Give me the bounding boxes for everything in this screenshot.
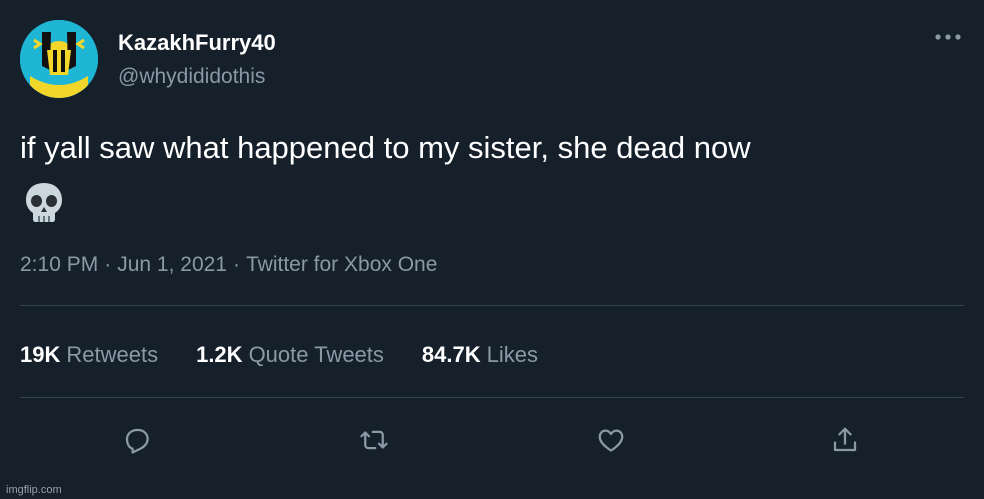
- quote-tweets-label: Quote Tweets: [248, 342, 384, 367]
- tweet-time[interactable]: 2:10 PM: [20, 253, 98, 276]
- tweet-source[interactable]: Twitter for Xbox One: [246, 253, 437, 276]
- user-handle[interactable]: @whydididothis: [118, 65, 265, 89]
- watermark: imgflip.com: [6, 484, 62, 496]
- share-button[interactable]: [825, 420, 865, 460]
- tweet-text: if yall saw what happened to my sister, …: [20, 130, 751, 165]
- reply-icon: [125, 428, 149, 454]
- retweets-label: Retweets: [66, 342, 159, 367]
- kazakh-flag-mask-avatar-icon: [20, 20, 98, 98]
- tweet-metadata: 2:10 PM · Jun 1, 2021 · Twitter for Xbox One: [20, 253, 437, 277]
- display-name[interactable]: KazakhFurry40: [118, 30, 276, 56]
- skull-emoji-icon: [26, 183, 62, 222]
- divider: [20, 397, 964, 398]
- quote-tweets-count: 1.2K: [196, 342, 243, 367]
- like-button[interactable]: [591, 420, 631, 460]
- like-icon: [598, 429, 624, 452]
- tweet-date[interactable]: Jun 1, 2021: [117, 253, 227, 276]
- reply-button[interactable]: [117, 420, 157, 460]
- meta-separator: ·: [232, 253, 240, 276]
- avatar[interactable]: [20, 20, 98, 98]
- divider: [20, 305, 964, 306]
- tweet-card: KazakhFurry40 @whydididothis if yall saw…: [0, 0, 984, 499]
- meta-separator: ·: [104, 253, 112, 276]
- likes-stat[interactable]: 84.7K Likes: [422, 342, 538, 368]
- likes-label: Likes: [486, 342, 538, 367]
- retweets-stat[interactable]: 19K Retweets: [20, 342, 158, 368]
- likes-count: 84.7K: [421, 342, 481, 367]
- share-icon: [833, 427, 857, 452]
- quote-tweets-stat[interactable]: 1.2K Quote Tweets: [196, 342, 384, 368]
- engagement-stats: 19K Retweets 1.2K Quote Tweets 84.7K Likes: [20, 342, 576, 368]
- more-options-button[interactable]: [928, 24, 968, 50]
- retweet-button[interactable]: [354, 420, 394, 460]
- retweets-count: 19K: [20, 342, 61, 367]
- more-dots-icon: [935, 34, 961, 40]
- retweet-icon: [360, 430, 388, 450]
